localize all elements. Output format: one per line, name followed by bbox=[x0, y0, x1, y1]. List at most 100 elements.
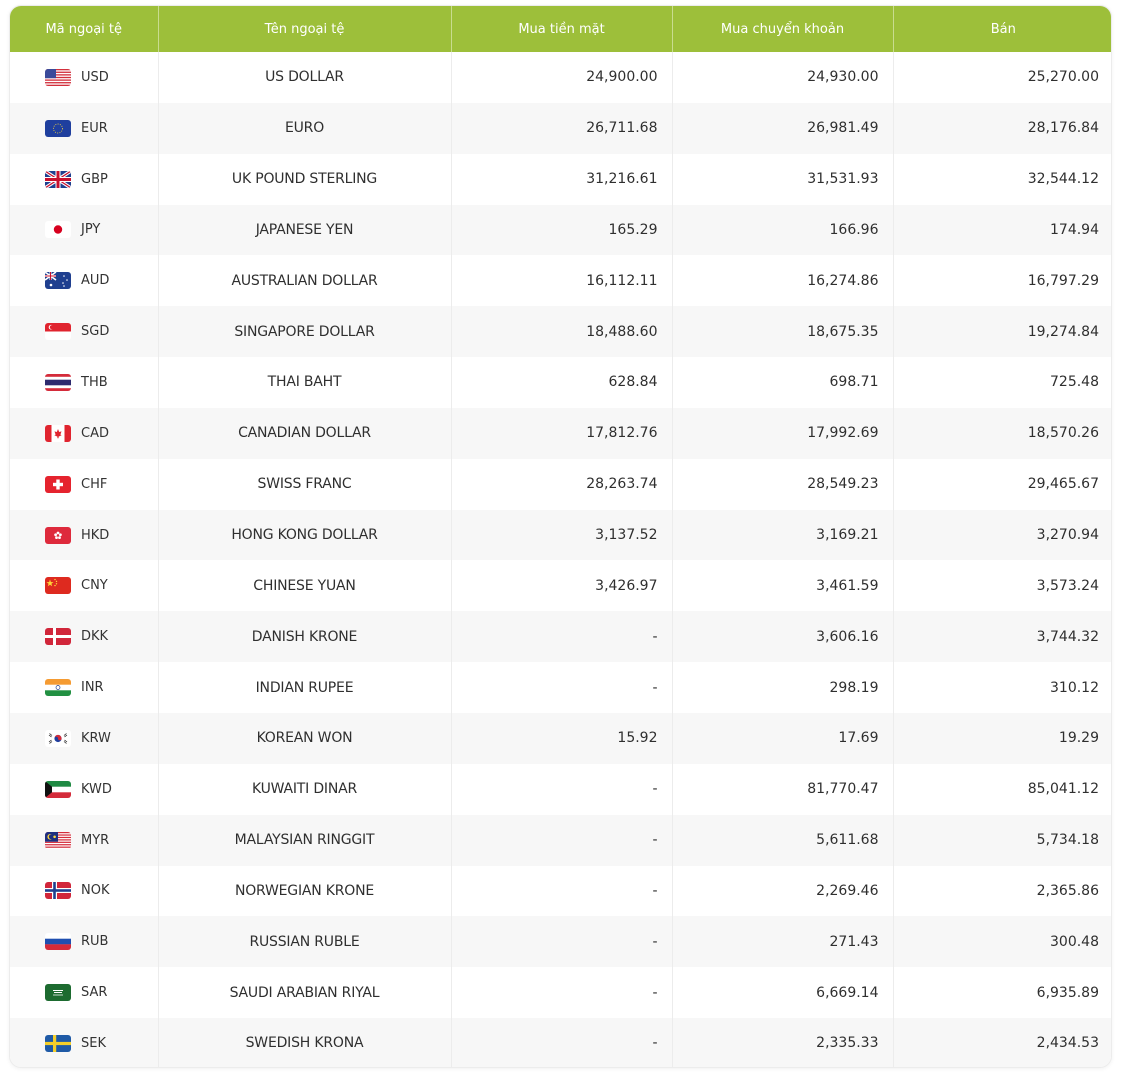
transfer-buy-rate: 698.71 bbox=[672, 357, 894, 408]
currency-name: SAUDI ARABIAN RIYAL bbox=[158, 967, 452, 1019]
transfer-buy-rate: 166.96 bbox=[672, 204, 894, 256]
currency-code-cell: HKD bbox=[10, 509, 159, 561]
table-row: EUR EURO 26,711.68 26,981.49 28,176.84 bbox=[10, 102, 1111, 154]
table-row: AUD AUSTRALIAN DOLLAR 16,112.11 16,274.86 16… bbox=[10, 255, 1111, 307]
us-flag-icon bbox=[45, 68, 71, 86]
currency-code-cell: MYR bbox=[10, 814, 159, 866]
currency-name: SINGAPORE DOLLAR bbox=[158, 306, 452, 358]
kw-flag-icon bbox=[45, 780, 71, 798]
currency-code-cell: CNY bbox=[10, 560, 159, 612]
table-row: CHF SWISS FRANC 28,263.74 28,549.23 29,465.6… bbox=[10, 458, 1111, 510]
cash-buy-rate: 17,812.76 bbox=[451, 407, 673, 459]
sell-rate: 85,041.12 bbox=[1027, 781, 1099, 798]
currency-name: KOREAN WON bbox=[158, 712, 452, 764]
transfer-buy-rate: 17,992.69 bbox=[672, 407, 894, 459]
table-row: HKD HONG KONG DOLLAR 3,137.52 3,169.21 3,270… bbox=[10, 509, 1111, 561]
cn-flag-icon bbox=[45, 577, 71, 595]
currency-code-cell: KWD bbox=[10, 763, 159, 815]
table-row: RUB RUSSIAN RUBLE -271.43 300.48 bbox=[10, 916, 1111, 968]
sell-rate: 2,434.53 bbox=[893, 1018, 1111, 1067]
table-row: INR INDIAN RUPEE -298.19 310.12 bbox=[10, 662, 1111, 713]
column-header-sell: Bán bbox=[893, 6, 1111, 52]
ru-flag-icon bbox=[45, 933, 71, 951]
currency-code-cell: SEK bbox=[10, 1018, 159, 1067]
currency-name: EURO bbox=[158, 102, 452, 154]
currency-code: MYR bbox=[81, 832, 110, 848]
dk-flag-icon bbox=[45, 628, 71, 646]
transfer-buy-rate: 271.43 bbox=[672, 916, 894, 968]
currency-code: DKK bbox=[81, 629, 109, 645]
table-header-row: Mã ngoại tệ Tên ngoại tệ Mua tiền mặt Mu… bbox=[10, 6, 1111, 52]
transfer-buy-rate: 28,549.23 bbox=[672, 458, 894, 510]
sell-rate: 29,465.67 bbox=[1027, 476, 1099, 493]
column-header-currency-code: Mã ngoại tệ bbox=[10, 6, 159, 52]
transfer-buy-rate: 298.19 bbox=[672, 662, 894, 713]
currency-name: MALAYSIAN RINGGIT bbox=[158, 814, 452, 866]
currency-code: EUR bbox=[81, 120, 108, 136]
table-row: JPY JAPANESE YEN 165.29 166.96 174.94 bbox=[10, 204, 1111, 256]
sell-rate: 3,270.94 bbox=[893, 509, 1111, 561]
cash-buy-rate: 165.29 bbox=[451, 204, 673, 256]
kr-flag-icon bbox=[45, 729, 71, 747]
my-flag-icon bbox=[45, 831, 71, 849]
cash-buy-rate: 31,216.61 bbox=[451, 153, 673, 205]
currency-code-cell: NOK bbox=[10, 865, 159, 917]
table-row: THB THAI BAHT 628.84 698.71 725.48 bbox=[10, 357, 1111, 408]
table-row: USD US DOLLAR 24,900.00 24,930.00 25,270.00 bbox=[10, 52, 1111, 103]
transfer-buy-rate: 16,274.86 bbox=[672, 255, 894, 307]
cash-buy-rate: 3,137.52 bbox=[451, 509, 673, 561]
table-row: KRW KOREAN WON 15.92 17.69 19.29 bbox=[10, 712, 1111, 764]
transfer-buy-rate: 17.69 bbox=[672, 712, 894, 764]
currency-code: RUB bbox=[81, 934, 109, 950]
cash-buy-rate: - bbox=[451, 1018, 673, 1067]
currency-code: SAR bbox=[81, 985, 108, 1001]
sell-rate: 5,734.18 bbox=[893, 814, 1111, 866]
gb-flag-icon bbox=[45, 170, 71, 188]
transfer-buy-rate: 81,770.47 bbox=[672, 763, 894, 815]
currency-code: HKD bbox=[81, 527, 110, 543]
table-row: GBP UK POUND STERLING 31,216.61 31,531.93 32… bbox=[10, 153, 1111, 205]
currency-name: RUSSIAN RUBLE bbox=[158, 916, 452, 968]
currency-code: CAD bbox=[81, 425, 109, 441]
currency-code: KRW bbox=[81, 730, 111, 746]
sell-rate: 19,274.84 bbox=[893, 306, 1111, 358]
currency-code-cell: SAR bbox=[10, 967, 159, 1019]
sell-rate: 3,573.24 bbox=[1036, 577, 1099, 594]
in-flag-icon bbox=[45, 679, 71, 697]
column-header-currency-name: Tên ngoại tệ bbox=[158, 6, 452, 52]
transfer-buy-rate: 6,669.14 bbox=[672, 967, 894, 1019]
currency-code-cell: EUR bbox=[10, 102, 159, 154]
currency-code: SEK bbox=[81, 1035, 106, 1051]
currency-name: SWISS FRANC bbox=[158, 458, 452, 510]
cash-buy-rate: 18,488.60 bbox=[451, 306, 673, 358]
currency-code: KWD bbox=[81, 781, 112, 797]
column-header-transfer-buy: Mua chuyển khoản bbox=[672, 6, 894, 52]
sell-rate: 18,570.26 bbox=[893, 407, 1111, 459]
sg-flag-icon bbox=[45, 323, 71, 341]
currency-code: AUD bbox=[81, 273, 110, 289]
se-flag-icon bbox=[45, 1034, 71, 1052]
currency-code-cell: RUB bbox=[10, 916, 159, 968]
currency-code-cell: CAD bbox=[10, 407, 159, 459]
currency-name: KUWAITI DINAR bbox=[158, 763, 452, 815]
transfer-buy-rate: 2,335.33 bbox=[672, 1018, 894, 1067]
currency-name: US DOLLAR bbox=[158, 52, 452, 103]
currency-code-cell: THB bbox=[10, 357, 159, 408]
currency-name: CANADIAN DOLLAR bbox=[158, 407, 452, 459]
currency-name: DANISH KRONE bbox=[158, 611, 452, 663]
currency-name: JAPANESE YEN bbox=[158, 204, 452, 256]
currency-code-cell: SGD bbox=[10, 306, 159, 358]
currency-code: CNY bbox=[81, 578, 108, 594]
cash-buy-rate: - bbox=[451, 662, 673, 713]
currency-code: GBP bbox=[81, 171, 108, 187]
transfer-buy-rate: 26,981.49 bbox=[672, 102, 894, 154]
table-row: SEK SWEDISH KRONA -2,335.33 2,434.53 bbox=[10, 1018, 1111, 1067]
cash-buy-rate: 628.84 bbox=[451, 357, 673, 408]
ca-flag-icon bbox=[45, 424, 71, 442]
currency-code: USD bbox=[81, 69, 109, 85]
sell-rate: 16,797.29 bbox=[1027, 272, 1099, 289]
cash-buy-rate: - bbox=[451, 814, 673, 866]
currency-code-cell: JPY bbox=[10, 204, 159, 256]
sell-rate: 25,270.00 bbox=[1027, 69, 1099, 86]
sa-flag-icon bbox=[45, 984, 71, 1002]
